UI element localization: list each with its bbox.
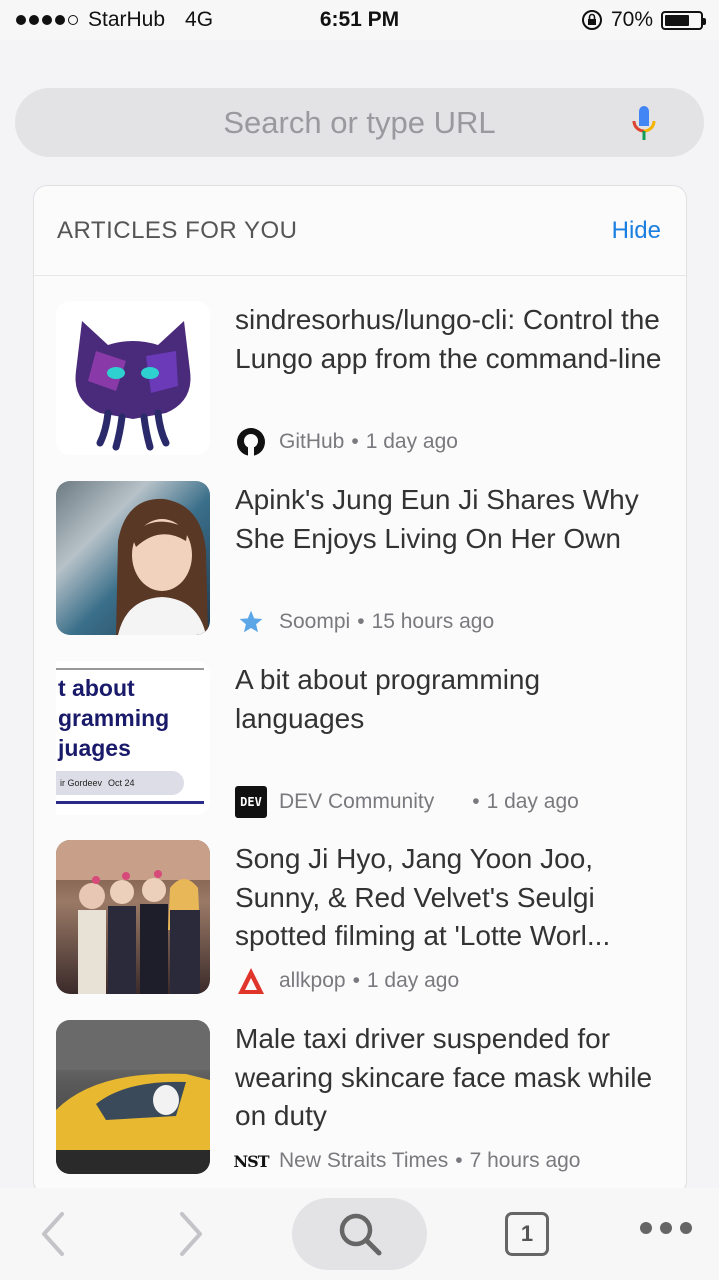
thumb-text-line: t about <box>58 675 135 701</box>
hide-button[interactable]: Hide <box>612 217 661 245</box>
more-dot-icon <box>680 1222 692 1234</box>
article-thumbnail <box>56 1020 210 1174</box>
url-bar-area: Search or type URL <box>0 40 719 170</box>
chevron-left-icon <box>42 1212 64 1256</box>
article-item[interactable]: Male taxi driver suspended for wearing s… <box>34 1020 686 1180</box>
article-age: 1 day ago <box>365 430 458 453</box>
status-bar: StarHub 4G 6:51 PM 70% <box>0 0 719 40</box>
article-thumbnail <box>56 840 210 994</box>
article-item[interactable]: t about gramming juages ir Gordeev Oct 2… <box>34 661 686 821</box>
bottom-toolbar: 1 <box>0 1188 719 1280</box>
article-item[interactable]: Apink's Jung Eun Ji Shares Why She Enjoy… <box>34 481 686 641</box>
articles-card: ARTICLES FOR YOU Hide sindresorhus/lungo… <box>33 185 687 1195</box>
more-dot-icon <box>660 1222 672 1234</box>
search-button[interactable] <box>292 1198 427 1270</box>
tabs-button[interactable]: 1 <box>505 1212 549 1256</box>
microphone-icon[interactable] <box>629 104 659 144</box>
network-type: 4G <box>185 8 214 31</box>
status-right: 70% <box>581 8 706 32</box>
article-headline: A bit about programming languages <box>235 664 541 734</box>
meta-separator: • <box>357 610 365 633</box>
forward-button[interactable] <box>170 1208 214 1260</box>
article-headline: Apink's Jung Eun Ji Shares Why She Enjoy… <box>235 484 639 554</box>
meta-separator: • <box>351 430 359 453</box>
article-meta: NST New Straits Times • 7 hours ago <box>233 1145 581 1177</box>
article-meta: GitHub • 1 day ago <box>235 426 458 458</box>
url-search-field[interactable]: Search or type URL <box>15 88 704 157</box>
more-dot-icon <box>640 1222 652 1234</box>
meta-separator: • <box>472 790 480 813</box>
article-age: 7 hours ago <box>469 1149 581 1172</box>
thumb-text-line: gramming <box>58 705 170 731</box>
battery-icon <box>661 10 706 30</box>
article-item[interactable]: sindresorhus/lungo-cli: Control the Lung… <box>34 301 686 461</box>
search-icon <box>339 1213 381 1256</box>
articles-card-header: ARTICLES FOR YOU Hide <box>34 186 686 276</box>
signal-strength-icon <box>16 15 78 25</box>
article-age: 15 hours ago <box>371 610 495 633</box>
github-icon <box>235 426 267 458</box>
article-source: New Straits Times <box>279 1149 449 1172</box>
status-left: StarHub 4G <box>16 8 213 32</box>
star-icon <box>235 606 267 638</box>
carrier-name: StarHub <box>88 8 166 31</box>
article-meta: allkpop • 1 day ago <box>235 965 459 997</box>
more-menu-button[interactable] <box>640 1222 692 1234</box>
meta-separator: • <box>352 969 360 992</box>
meta-separator: • <box>455 1149 463 1172</box>
article-age: 1 day ago <box>366 969 460 992</box>
article-headline: Song Ji Hyo, Jang Yoon Joo, Sunny, & Red… <box>235 843 611 951</box>
article-age: 1 day ago <box>486 790 579 813</box>
article-source: GitHub <box>279 430 345 453</box>
rotation-lock-icon <box>581 10 602 30</box>
thumb-date: Oct 24 <box>108 778 135 788</box>
dev-icon: DEV <box>235 786 267 818</box>
article-thumbnail <box>56 481 210 635</box>
article-thumbnail <box>56 301 210 455</box>
article-source: DEV Community <box>279 790 435 813</box>
back-button[interactable] <box>30 1208 74 1260</box>
article-source: Soompi <box>279 610 351 633</box>
thumb-byline-pill: ir Gordeev Oct 24 <box>56 771 184 795</box>
person-photo-image <box>116 498 208 635</box>
article-headline: sindresorhus/lungo-cli: Control the Lung… <box>235 304 662 374</box>
tab-count: 1 <box>520 1221 534 1246</box>
group-photo-image <box>56 840 210 994</box>
article-source: allkpop <box>279 969 346 992</box>
articles-card-title: ARTICLES FOR YOU <box>57 216 298 244</box>
allkpop-icon <box>235 965 267 997</box>
article-headline: Male taxi driver suspended for wearing s… <box>235 1023 653 1131</box>
battery-percent: 70% <box>610 8 653 31</box>
chevron-right-icon <box>180 1212 202 1256</box>
nst-icon: NST <box>233 1145 269 1177</box>
url-placeholder: Search or type URL <box>223 104 496 140</box>
octocat-thumbnail-image <box>75 321 191 451</box>
article-meta: Soompi • 15 hours ago <box>235 606 494 638</box>
article-meta: DEV DEV Community • 1 day ago <box>235 786 579 818</box>
article-thumbnail: t about gramming juages ir Gordeev Oct 2… <box>56 661 210 815</box>
nst-icon-text: NST <box>233 1151 269 1171</box>
thumb-byline: ir Gordeev <box>60 778 103 788</box>
thumb-text-line: juages <box>58 735 131 761</box>
article-item[interactable]: Song Ji Hyo, Jang Yoon Joo, Sunny, & Red… <box>34 840 686 1000</box>
taxi-photo-image <box>56 1020 210 1174</box>
